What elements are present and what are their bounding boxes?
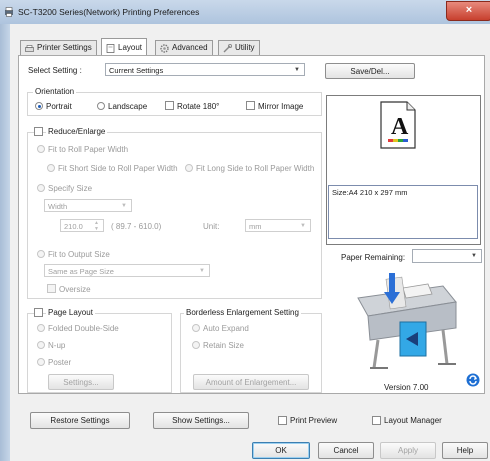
printer-icon bbox=[4, 7, 14, 17]
portrait-label: Portrait bbox=[46, 102, 72, 111]
unit-value: mm bbox=[249, 222, 262, 231]
rotate-checkbox[interactable] bbox=[165, 101, 174, 110]
gear-icon bbox=[160, 44, 169, 53]
page-icon bbox=[106, 43, 115, 53]
tab-label: Layout bbox=[118, 42, 143, 52]
reduce-enlarge-title: Reduce/Enlarge bbox=[46, 127, 108, 136]
fit-output-radio[interactable] bbox=[37, 250, 45, 258]
title-bar: SC-T3200 Series(Network) Printing Prefer… bbox=[0, 0, 490, 25]
folded-radio[interactable] bbox=[37, 324, 45, 332]
specify-size-radio[interactable] bbox=[37, 184, 45, 192]
print-preview-label: Print Preview bbox=[290, 416, 338, 425]
output-size-combo[interactable]: Same as Page Size ▼ bbox=[44, 264, 210, 277]
portrait-radio[interactable] bbox=[35, 102, 43, 110]
chevron-down-icon: ▼ bbox=[121, 203, 127, 209]
oversize-checkbox[interactable] bbox=[47, 284, 56, 293]
preview-letter: A bbox=[391, 114, 409, 140]
paper-remaining-label: Paper Remaining: bbox=[341, 253, 406, 262]
orientation-title: Orientation bbox=[33, 87, 77, 96]
size-spinner[interactable]: 210.0 ▲ ▼ bbox=[60, 219, 104, 232]
printer-illustration bbox=[348, 268, 463, 378]
window-title: SC-T3200 Series(Network) Printing Prefer… bbox=[18, 7, 200, 17]
tab-utility[interactable]: Utility bbox=[218, 40, 260, 55]
apply-button[interactable]: Apply bbox=[380, 442, 436, 459]
tab-printer-settings[interactable]: Printer Settings bbox=[20, 40, 97, 55]
landscape-label: Landscape bbox=[108, 102, 148, 111]
paper-remaining-combo[interactable]: ▼ bbox=[412, 249, 482, 263]
cancel-button[interactable]: Cancel bbox=[318, 442, 374, 459]
fit-short-radio[interactable] bbox=[47, 164, 55, 172]
poster-radio[interactable] bbox=[37, 358, 45, 366]
show-settings-button[interactable]: Show Settings... bbox=[153, 412, 249, 429]
fit-long-radio[interactable] bbox=[185, 164, 193, 172]
fit-long-label: Fit Long Side to Roll Paper Width bbox=[196, 164, 315, 173]
tab-label: Advanced bbox=[172, 43, 208, 52]
reduce-enlarge-checkbox[interactable] bbox=[34, 127, 43, 136]
ok-button[interactable]: OK bbox=[252, 442, 310, 459]
window-frame bbox=[0, 24, 10, 461]
paper-size-info: Size:A4 210 x 297 mm bbox=[328, 185, 478, 239]
landscape-radio[interactable] bbox=[97, 102, 105, 110]
restore-settings-button[interactable]: Restore Settings bbox=[30, 412, 130, 429]
chevron-down-icon: ▼ bbox=[471, 253, 477, 259]
paper-size-text: Size:A4 210 x 297 mm bbox=[332, 188, 408, 197]
tab-label: Printer Settings bbox=[37, 43, 92, 52]
unit-label: Unit: bbox=[203, 222, 220, 231]
chevron-down-icon: ▼ bbox=[300, 223, 306, 229]
nup-radio[interactable] bbox=[37, 341, 45, 349]
wrench-icon bbox=[223, 43, 233, 53]
auto-expand-radio[interactable] bbox=[192, 324, 200, 332]
chevron-down-icon: ▼ bbox=[294, 67, 300, 73]
width-combo[interactable]: Width ▼ bbox=[44, 199, 132, 212]
chevron-down-icon: ▼ bbox=[199, 268, 205, 274]
unit-combo[interactable]: mm ▼ bbox=[245, 219, 311, 232]
retain-size-label: Retain Size bbox=[203, 341, 244, 350]
epson-update-icon[interactable] bbox=[466, 373, 480, 389]
layout-manager-label: Layout Manager bbox=[384, 416, 442, 425]
auto-expand-label: Auto Expand bbox=[203, 324, 249, 333]
nup-label: N-up bbox=[48, 341, 66, 350]
tab-layout[interactable]: Layout bbox=[101, 38, 148, 56]
layout-manager-checkbox[interactable] bbox=[372, 416, 381, 425]
size-value: 210.0 bbox=[64, 222, 83, 231]
output-size-value: Same as Page Size bbox=[48, 267, 114, 276]
tab-advanced[interactable]: Advanced bbox=[155, 40, 213, 55]
fit-roll-label: Fit to Roll Paper Width bbox=[48, 145, 129, 154]
poster-label: Poster bbox=[48, 358, 72, 367]
tab-label: Utility bbox=[235, 43, 255, 52]
page-layout-title: Page Layout bbox=[46, 308, 95, 317]
borderless-title: Borderless Enlargement Setting bbox=[184, 308, 301, 317]
folded-label: Folded Double-Side bbox=[48, 324, 119, 333]
fit-roll-radio[interactable] bbox=[37, 145, 45, 153]
spinner-arrows-icon: ▲ ▼ bbox=[94, 220, 99, 232]
specify-size-label: Specify Size bbox=[48, 184, 93, 193]
version-label: Version 7.00 bbox=[384, 383, 429, 392]
help-button[interactable]: Help bbox=[442, 442, 488, 459]
mirror-checkbox[interactable] bbox=[246, 101, 255, 110]
fit-short-label: Fit Short Side to Roll Paper Width bbox=[58, 164, 178, 173]
print-preview-checkbox[interactable] bbox=[278, 416, 287, 425]
select-setting-combo[interactable]: Current Settings ▼ bbox=[105, 63, 305, 76]
select-setting-value: Current Settings bbox=[109, 66, 164, 75]
fit-output-label: Fit to Output Size bbox=[48, 250, 110, 259]
close-button[interactable]: × bbox=[446, 1, 490, 21]
retain-size-radio[interactable] bbox=[192, 341, 200, 349]
mirror-label: Mirror Image bbox=[258, 102, 304, 111]
oversize-label: Oversize bbox=[59, 285, 91, 294]
save-del-button[interactable]: Save/Del... bbox=[325, 63, 415, 79]
rotate-label: Rotate 180° bbox=[177, 102, 220, 111]
printer-icon bbox=[25, 44, 34, 52]
size-range: ( 89.7 - 610.0) bbox=[111, 222, 162, 231]
page-layout-checkbox[interactable] bbox=[34, 308, 43, 317]
amount-of-enlargement-button[interactable]: Amount of Enlargement... bbox=[193, 374, 309, 390]
width-combo-value: Width bbox=[48, 202, 68, 211]
page-layout-settings-button[interactable]: Settings... bbox=[48, 374, 114, 390]
select-setting-label: Select Setting : bbox=[28, 66, 82, 75]
